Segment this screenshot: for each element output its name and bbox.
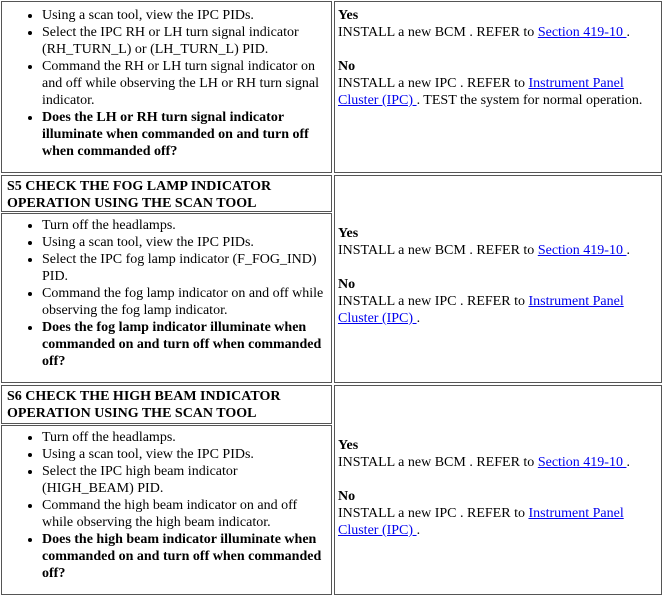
section-link[interactable]: Section 419-10 — [538, 455, 627, 470]
yes-action: INSTALL a new BCM . REFER to Section 419… — [338, 243, 630, 258]
step-question: Does the high beam indicator illuminate … — [42, 531, 331, 582]
step-body: Using a scan tool, view the IPC PIDs.Sel… — [1, 1, 332, 173]
step-item: Command the high beam indicator on and o… — [42, 497, 331, 531]
table-row: S5 CHECK THE FOG LAMP INDICATOR OPERATIO… — [0, 174, 663, 384]
step-body: Turn off the headlamps.Using a scan tool… — [1, 425, 332, 595]
result-cell: Yes INSTALL a new BCM . REFER to Section… — [334, 385, 662, 595]
result-cell: Yes INSTALL a new BCM . REFER to Section… — [334, 1, 662, 173]
no-label: No — [338, 277, 356, 292]
yes-label: Yes — [338, 438, 359, 453]
step-item: Select the IPC RH or LH turn signal indi… — [42, 24, 331, 58]
step-item: Using a scan tool, view the IPC PIDs. — [42, 7, 331, 24]
step-item: Command the RH or LH turn signal indicat… — [42, 58, 331, 109]
yes-label: Yes — [338, 226, 359, 241]
yes-action: INSTALL a new BCM . REFER to Section 419… — [338, 455, 630, 470]
step-item: Turn off the headlamps. — [42, 217, 331, 234]
step-header: S6 CHECK THE HIGH BEAM INDICATOR OPERATI… — [1, 385, 332, 424]
step-question: Does the LH or RH turn signal indicator … — [42, 109, 331, 160]
no-label: No — [338, 489, 356, 504]
no-label: No — [338, 59, 356, 74]
section-link[interactable]: Section 419-10 — [538, 243, 627, 258]
table-row: S6 CHECK THE HIGH BEAM INDICATOR OPERATI… — [0, 384, 663, 596]
step-item: Select the IPC fog lamp indicator (F_FOG… — [42, 251, 331, 285]
step-header: S5 CHECK THE FOG LAMP INDICATOR OPERATIO… — [1, 175, 332, 212]
no-action: INSTALL a new IPC . REFER to Instrument … — [338, 76, 643, 108]
step-item: Using a scan tool, view the IPC PIDs. — [42, 446, 331, 463]
diagnostic-table: Using a scan tool, view the IPC PIDs.Sel… — [0, 0, 663, 596]
step-item: Command the fog lamp indicator on and of… — [42, 285, 331, 319]
step-item: Turn off the headlamps. — [42, 429, 331, 446]
step-item: Using a scan tool, view the IPC PIDs. — [42, 234, 331, 251]
yes-action: INSTALL a new BCM . REFER to Section 419… — [338, 25, 630, 40]
result-cell: Yes INSTALL a new BCM . REFER to Section… — [334, 175, 662, 383]
yes-label: Yes — [338, 8, 359, 23]
section-link[interactable]: Section 419-10 — [538, 25, 627, 40]
step-item: Select the IPC high beam indicator (HIGH… — [42, 463, 331, 497]
no-action: INSTALL a new IPC . REFER to Instrument … — [338, 506, 624, 538]
table-row: Using a scan tool, view the IPC PIDs.Sel… — [0, 0, 663, 174]
step-question: Does the fog lamp indicator illuminate w… — [42, 319, 331, 370]
step-body: Turn off the headlamps.Using a scan tool… — [1, 213, 332, 383]
no-action: INSTALL a new IPC . REFER to Instrument … — [338, 294, 624, 326]
